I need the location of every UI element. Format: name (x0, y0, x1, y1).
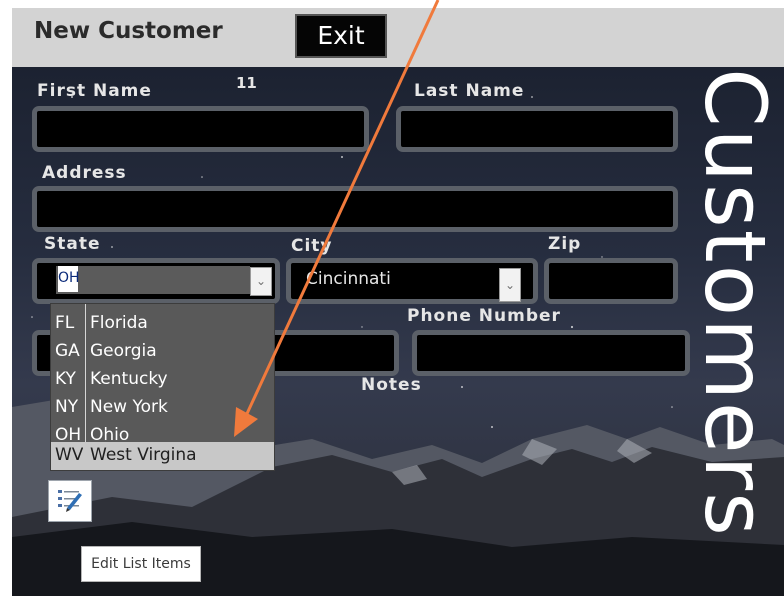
address-label: Address (42, 163, 127, 183)
state-label: State (44, 234, 101, 254)
city-combo-value[interactable]: Cincinnati (306, 269, 391, 289)
state-combo-value[interactable]: OH (58, 270, 80, 286)
state-dropdown-list[interactable]: FL Florida GA Georgia KY Kentucky NY New Yor… (50, 303, 275, 471)
form-window: New Customer Exit First Name 11 Last Nam… (12, 8, 784, 596)
first-name-label: First Name (37, 81, 152, 101)
list-column-divider (85, 304, 86, 442)
edit-list-items-tooltip: Edit List Items (81, 546, 201, 582)
form-title: New Customer (34, 18, 223, 44)
zip-label: Zip (548, 234, 582, 254)
customers-watermark: Customers (686, 68, 784, 538)
title-bar: New Customer Exit (12, 8, 784, 67)
phone-number-label: Phone Number (407, 306, 561, 326)
chevron-down-icon: ⌄ (255, 274, 267, 288)
phone-number-input[interactable] (412, 330, 690, 376)
state-combo-edit[interactable] (56, 266, 250, 294)
last-name-input[interactable] (396, 106, 678, 152)
chevron-down-icon: ⌄ (504, 278, 516, 292)
first-name-input[interactable] (32, 106, 369, 152)
last-name-label: Last Name (414, 81, 525, 101)
other-input[interactable] (267, 330, 399, 376)
exit-button[interactable]: Exit (295, 14, 387, 58)
state-dropdown-button[interactable]: ⌄ (250, 267, 272, 296)
edit-list-items-button[interactable] (48, 480, 92, 522)
state-option-selected[interactable]: WV West Virgina (51, 442, 274, 470)
record-counter: 11 (236, 74, 257, 92)
edit-list-icon (58, 490, 82, 512)
notes-label: Notes (361, 375, 422, 395)
zip-input[interactable] (544, 258, 678, 304)
city-label: City (291, 236, 333, 256)
city-dropdown-button[interactable]: ⌄ (499, 268, 521, 302)
address-input[interactable] (32, 186, 678, 232)
